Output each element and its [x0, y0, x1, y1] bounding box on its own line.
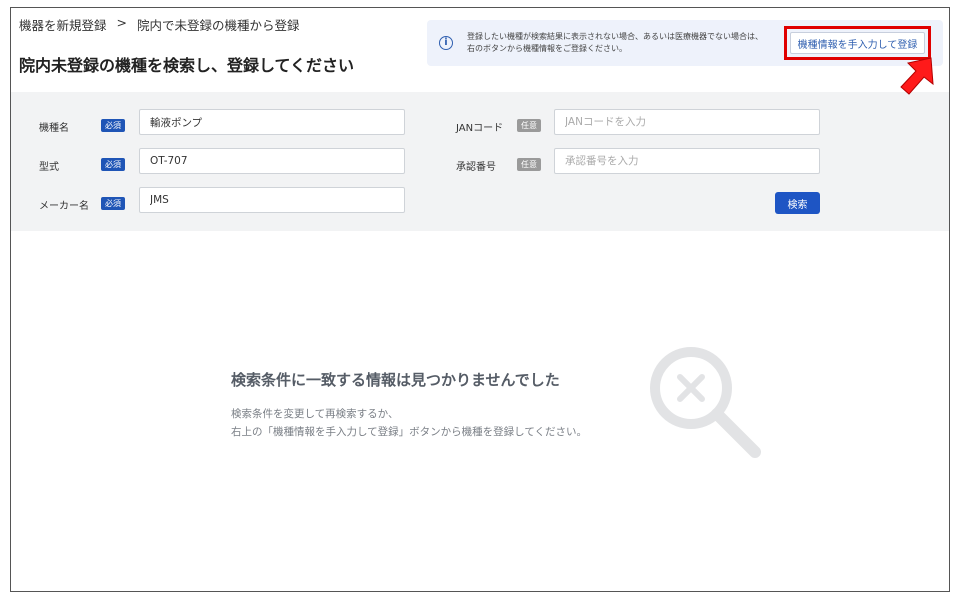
jan-code-optional-badge: 任意	[517, 119, 541, 132]
search-no-results-icon	[650, 347, 761, 458]
search-button[interactable]: 検索	[775, 192, 820, 214]
empty-state-line2: 右上の「機種情報を手入力して登録」ボタンから機種を登録してください。	[231, 426, 588, 438]
jan-code-input[interactable]	[554, 109, 820, 135]
app-frame: 機器を新規登録 > 院内で未登録の機種から登録 院内未登録の機種を検索し、登録し…	[10, 7, 950, 592]
maker-name-required-badge: 必須	[101, 197, 125, 210]
approval-number-optional-badge: 任意	[517, 158, 541, 171]
info-text-line2: 右のボタンから機種情報をご登録ください。	[467, 44, 627, 53]
approval-number-input[interactable]	[554, 148, 820, 174]
breadcrumb-item-current: 院内で未登録の機種から登録	[137, 18, 300, 33]
type-label: 型式	[39, 162, 59, 173]
info-banner: i 登録したい機種が検索結果に表示されない場合、あるいは医療機器でない場合は、 …	[427, 20, 943, 66]
empty-state-line1: 検索条件を変更して再検索するか、	[231, 408, 399, 420]
maker-name-label: メーカー名	[39, 201, 89, 212]
manual-register-highlight: 機種情報を手入力して登録	[784, 26, 931, 60]
search-form-panel: 機種名 必須 JANコード 任意 型式 必須 承認番号 任意 メーカー名 必須 …	[11, 92, 949, 231]
maker-name-input[interactable]	[139, 187, 405, 213]
info-text-line1: 登録したい機種が検索結果に表示されない場合、あるいは医療機器でない場合は、	[467, 32, 763, 41]
approval-number-label: 承認番号	[456, 162, 496, 173]
empty-state-description: 検索条件を変更して再検索するか、 右上の「機種情報を手入力して登録」ボタンから機…	[231, 405, 587, 441]
breadcrumb-separator: >	[116, 15, 127, 30]
empty-state-title: 検索条件に一致する情報は見つかりませんでした	[231, 371, 560, 389]
model-name-input[interactable]	[139, 109, 405, 135]
page-title: 院内未登録の機種を検索し、登録してください	[19, 56, 355, 75]
model-name-label: 機種名	[39, 123, 69, 134]
jan-code-label: JANコード	[456, 123, 504, 134]
type-input[interactable]	[139, 148, 405, 174]
info-icon: i	[439, 36, 453, 50]
breadcrumb: 機器を新規登録 > 院内で未登録の機種から登録	[19, 15, 300, 34]
manual-register-button[interactable]: 機種情報を手入力して登録	[790, 32, 925, 54]
info-text: 登録したい機種が検索結果に表示されない場合、あるいは医療機器でない場合は、 右の…	[467, 31, 787, 55]
breadcrumb-item-register-new[interactable]: 機器を新規登録	[19, 15, 107, 34]
model-name-required-badge: 必須	[101, 119, 125, 132]
type-required-badge: 必須	[101, 158, 125, 171]
pointer-arrow-icon	[900, 57, 934, 95]
